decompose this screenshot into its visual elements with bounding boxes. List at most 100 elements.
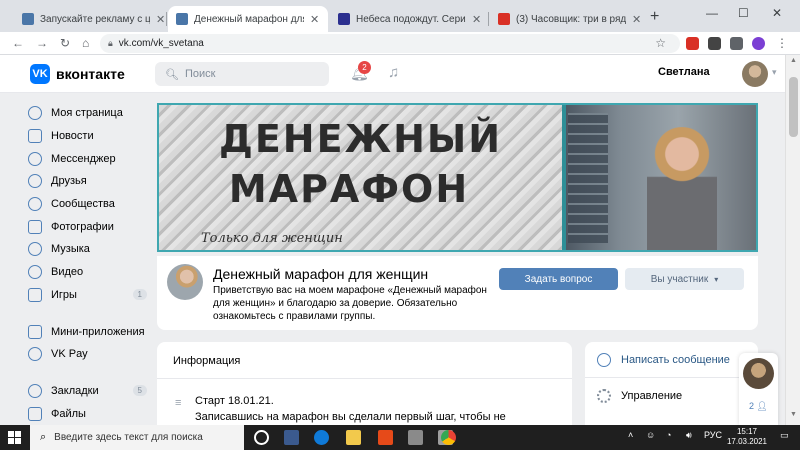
member-status-button[interactable]: Вы участник ▾ bbox=[625, 268, 744, 290]
bookmarks-count-badge: 5 bbox=[132, 385, 147, 397]
cortana-icon[interactable] bbox=[254, 430, 269, 445]
file-explorer-icon[interactable] bbox=[346, 430, 361, 445]
chevron-down-icon: ▾ bbox=[714, 274, 719, 284]
taskbar-clock[interactable]: 15:17 17.03.2021 bbox=[722, 427, 772, 447]
maximize-button[interactable]: ☐ bbox=[738, 6, 749, 20]
browser-tab-strip: Запускайте рекламу с целями ✕ Денежный м… bbox=[0, 0, 800, 32]
cover-photo-frame bbox=[562, 105, 566, 250]
notification-center-icon[interactable]: ▭ bbox=[780, 430, 789, 441]
messenger-icon bbox=[28, 151, 42, 166]
info-divider bbox=[157, 378, 572, 379]
new-tab-button[interactable]: + bbox=[650, 8, 659, 26]
pdf-extension-icon[interactable] bbox=[686, 37, 699, 50]
people-icon[interactable]: ☺ bbox=[646, 430, 655, 440]
info-text-line2: Записавшись на марафон вы сделали первый… bbox=[195, 411, 506, 423]
sidebar-item-my-page[interactable]: Моя страница bbox=[28, 102, 153, 125]
tab-close-icon[interactable]: ✕ bbox=[156, 13, 165, 26]
vk-search-input[interactable]: 🔍︎ Поиск bbox=[155, 62, 329, 86]
windows-start-icon[interactable] bbox=[8, 431, 21, 444]
browser-tab[interactable]: (3) Часовщик: три в ряд на Fa ✕ bbox=[490, 6, 649, 32]
search-icon: 🔍︎ bbox=[165, 68, 179, 81]
vk-logo[interactable]: VK вконтакте bbox=[30, 64, 125, 84]
sidebar-item-label: Музыка bbox=[51, 243, 90, 256]
chat-avatar[interactable] bbox=[743, 358, 774, 389]
sidebar-item-music[interactable]: Музыка bbox=[28, 238, 153, 261]
sidebar-item-label: Игры bbox=[51, 288, 77, 301]
browser-tab[interactable]: Запускайте рекламу с целями ✕ bbox=[14, 6, 173, 32]
sidebar-item-games[interactable]: Игры 1 bbox=[28, 284, 153, 307]
chrome-icon[interactable] bbox=[441, 430, 456, 445]
vk-logo-icon: VK bbox=[30, 64, 50, 84]
wifi-icon[interactable]: ◔ bbox=[666, 430, 671, 440]
manage-button[interactable]: Управление bbox=[597, 389, 682, 403]
cover-headline-line1: ДЕНЕЖНЫЙ bbox=[219, 117, 503, 161]
close-window-button[interactable]: ✕ bbox=[772, 6, 782, 20]
user-avatar[interactable] bbox=[742, 61, 768, 87]
puzzle-extensions-icon[interactable] bbox=[730, 37, 743, 50]
browser-tab[interactable]: Небеса подождут. Серия 12 / ✕ bbox=[330, 6, 489, 32]
home-icon[interactable]: ⌂ bbox=[82, 36, 89, 50]
page-scrollbar[interactable]: ▲ ▼ bbox=[785, 55, 800, 425]
browser-tab-active[interactable]: Денежный марафон для женщин ✕ bbox=[168, 6, 328, 32]
taskbar-app-icon[interactable] bbox=[284, 430, 299, 445]
sidebar-item-mini-apps[interactable]: Мини-приложения bbox=[28, 320, 153, 343]
sidebar-item-messenger[interactable]: Мессенджер bbox=[28, 147, 153, 170]
text-lines-icon: ≡ bbox=[175, 397, 182, 409]
language-indicator[interactable]: РУС bbox=[704, 430, 722, 440]
games-icon bbox=[28, 287, 42, 302]
group-title: Денежный марафон для женщин bbox=[213, 266, 429, 282]
bookmark-star-icon[interactable]: ☆ bbox=[655, 36, 666, 50]
sidebar-item-vk-pay[interactable]: VK Pay bbox=[28, 343, 153, 366]
sidebar-item-friends[interactable]: Друзья bbox=[28, 170, 153, 193]
vk-sidebar: Моя страница Новости Мессенджер Друзья С… bbox=[28, 102, 153, 425]
profile-icon[interactable] bbox=[752, 37, 765, 50]
edge-icon[interactable] bbox=[314, 430, 329, 445]
tab-divider bbox=[166, 12, 167, 26]
message-icon bbox=[597, 353, 611, 367]
tv-icon bbox=[338, 13, 350, 25]
reload-icon[interactable]: ↻ bbox=[60, 36, 70, 50]
sidebar-item-bookmarks[interactable]: Закладки 5 bbox=[28, 380, 153, 403]
ask-question-button[interactable]: Задать вопрос bbox=[499, 268, 618, 290]
taskbar-search-input[interactable]: ⌕ Введите здесь текст для поиска bbox=[30, 425, 244, 450]
forward-arrow-icon[interactable]: → bbox=[36, 36, 48, 50]
user-icon bbox=[28, 106, 42, 121]
lock-icon[interactable]: 🔒︎ bbox=[108, 38, 113, 49]
write-message-label: Написать сообщение bbox=[621, 354, 730, 366]
sidebar-item-label: Сообщества bbox=[51, 198, 115, 211]
people-icon: 👤︎ bbox=[756, 401, 768, 411]
volume-icon[interactable]: 🔊︎ bbox=[686, 430, 692, 441]
sidebar-item-video[interactable]: Видео bbox=[28, 261, 153, 284]
tab-close-icon[interactable]: ✕ bbox=[632, 13, 641, 26]
vk-pay-icon bbox=[28, 347, 42, 362]
menu-dots-icon[interactable]: ⋮ bbox=[776, 36, 788, 50]
address-bar[interactable]: 🔒︎ vk.com/vk_svetana ☆ bbox=[100, 34, 680, 53]
tray-chevron-icon[interactable]: ˄ bbox=[628, 430, 633, 440]
tab-close-icon[interactable]: ✕ bbox=[472, 13, 481, 26]
scroll-up-arrow-icon[interactable]: ▲ bbox=[790, 57, 797, 64]
scroll-down-arrow-icon[interactable]: ▼ bbox=[790, 411, 797, 418]
minimize-button[interactable]: — bbox=[706, 6, 718, 20]
group-avatar[interactable] bbox=[167, 264, 203, 300]
office-icon[interactable] bbox=[378, 430, 393, 445]
manage-label: Управление bbox=[621, 390, 683, 402]
sidebar-item-files[interactable]: Файлы bbox=[28, 402, 153, 425]
chevron-down-icon[interactable]: ▾ bbox=[772, 67, 777, 78]
write-message-button[interactable]: Написать сообщение bbox=[597, 353, 730, 367]
music-icon bbox=[28, 242, 42, 257]
friends-icon bbox=[28, 174, 42, 189]
extension-icon[interactable] bbox=[708, 37, 721, 50]
back-arrow-icon[interactable]: ← bbox=[12, 36, 24, 50]
scrollbar-thumb[interactable] bbox=[789, 77, 798, 137]
chat-sidebar[interactable]: 2 👤︎ bbox=[739, 353, 778, 425]
sidebar-item-label: Мессенджер bbox=[51, 152, 116, 165]
sidebar-item-communities[interactable]: Сообщества bbox=[28, 193, 153, 216]
music-player-icon[interactable]: ♫ bbox=[388, 64, 399, 81]
games-count-badge: 1 bbox=[132, 289, 147, 301]
sidebar-item-photos[interactable]: Фотографии bbox=[28, 215, 153, 238]
taskbar-app-icon[interactable] bbox=[408, 430, 423, 445]
user-name[interactable]: Светлана bbox=[658, 66, 710, 78]
sidebar-item-news[interactable]: Новости bbox=[28, 125, 153, 148]
tab-close-icon[interactable]: ✕ bbox=[310, 13, 319, 26]
